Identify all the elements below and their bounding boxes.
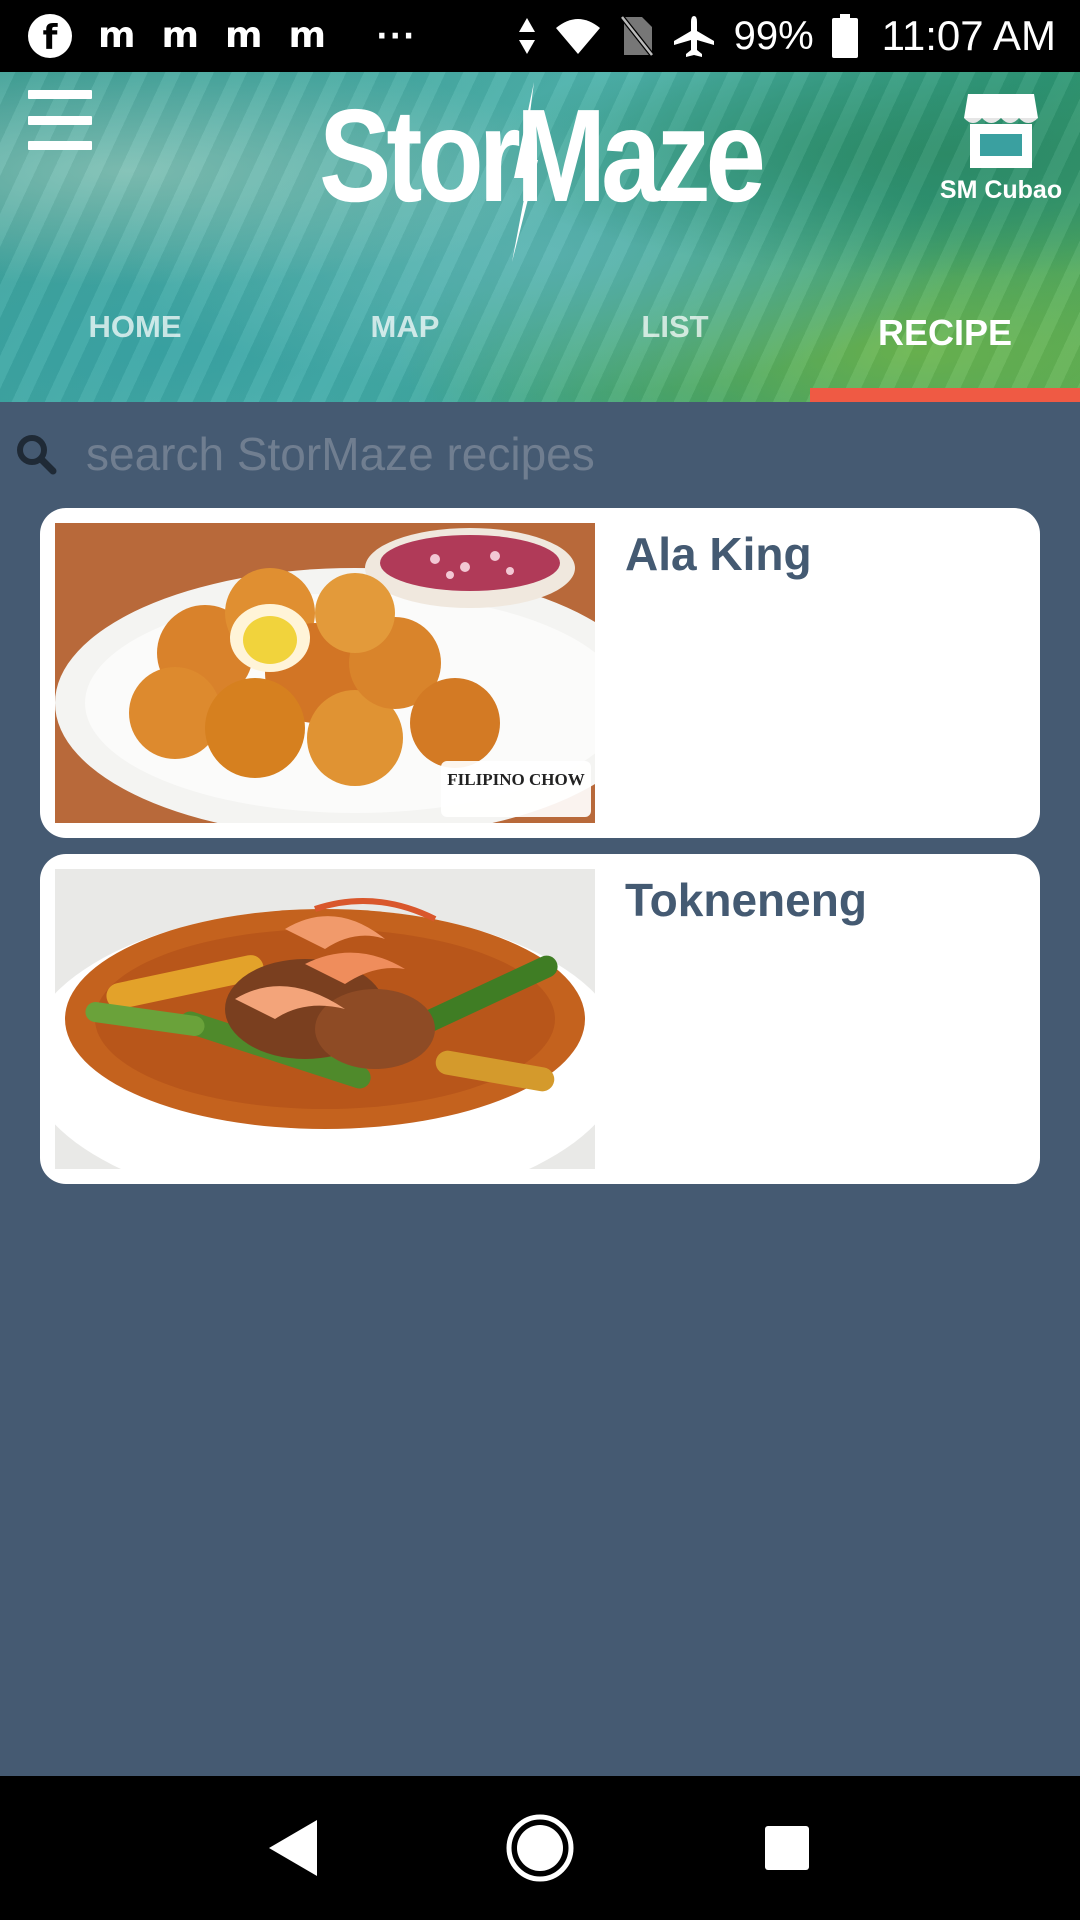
tab-list[interactable]: LIST: [540, 272, 810, 402]
home-button[interactable]: [495, 1803, 585, 1893]
back-icon: [269, 1820, 318, 1876]
home-circle-icon: [506, 1814, 574, 1882]
search-icon: [17, 435, 57, 475]
data-arrows-icon: [518, 18, 535, 54]
recipe-list: FILIPINO CHOW Ala King Tokneneng: [40, 508, 1040, 1200]
lightning-bolt-icon: [512, 82, 538, 262]
search-bar: [0, 402, 1080, 506]
recipe-title: Ala King: [625, 528, 812, 580]
more-notifications-icon: ···: [376, 18, 417, 54]
recipe-card[interactable]: FILIPINO CHOW Ala King: [40, 508, 1040, 838]
hamburger-menu-icon[interactable]: [28, 90, 92, 150]
tab-map[interactable]: MAP: [270, 272, 540, 402]
app-header: StorMaze SM Cubao HOME MAP LIST RECIPE: [0, 72, 1080, 402]
back-button[interactable]: [248, 1803, 338, 1893]
store-icon: [964, 94, 1038, 168]
store-selector-button[interactable]: SM Cubao: [936, 92, 1066, 205]
recents-button[interactable]: [742, 1803, 832, 1893]
no-sim-icon: [619, 15, 654, 57]
wifi-icon: [555, 19, 600, 54]
m-icon: m: [225, 15, 263, 56]
m-icon: m: [98, 15, 136, 56]
airplane-mode-icon: [673, 16, 714, 57]
recipe-image: FILIPINO CHOW: [55, 523, 595, 823]
recipe-card[interactable]: Tokneneng: [40, 854, 1040, 1184]
recipe-title: Tokneneng: [625, 874, 867, 926]
system-nav-bar: [0, 1776, 1080, 1920]
search-input[interactable]: [84, 426, 984, 482]
clock: 11:07 AM: [881, 12, 1056, 59]
tab-home[interactable]: HOME: [0, 272, 270, 402]
watermark: FILIPINO CHOW: [447, 770, 584, 789]
recents-square-icon: [764, 1826, 809, 1870]
recipe-image: [55, 869, 595, 1169]
m-icon: m: [288, 15, 327, 56]
battery-percent: 99%: [733, 13, 814, 58]
battery-icon: [831, 14, 858, 58]
nav-tabs: HOME MAP LIST RECIPE: [0, 272, 1080, 402]
store-name: SM Cubao: [939, 176, 1063, 204]
facebook-icon: f: [28, 14, 72, 58]
status-bar: f m m m m ··· 99% 11:07 AM: [0, 0, 1080, 72]
tab-recipe[interactable]: RECIPE: [810, 272, 1080, 402]
m-icon: m: [161, 15, 200, 56]
